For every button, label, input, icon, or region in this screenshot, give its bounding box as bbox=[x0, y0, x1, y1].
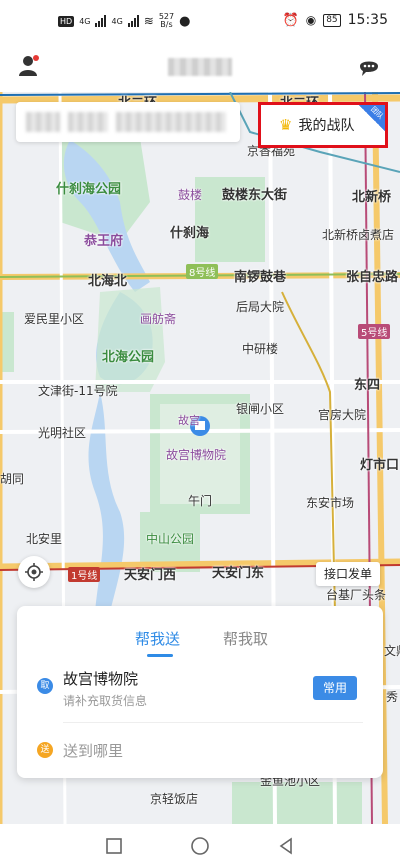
signal-icon-2 bbox=[127, 15, 139, 27]
my-team-button[interactable]: ♛ 我的战队 团队 bbox=[258, 102, 388, 148]
back-icon[interactable] bbox=[276, 836, 296, 856]
active-tab-indicator bbox=[147, 654, 173, 657]
map-label: 中研楼 bbox=[242, 342, 279, 356]
user-icon[interactable] bbox=[18, 54, 40, 78]
map-label: 后局大院 bbox=[236, 300, 285, 314]
status-left: HD 4G 4G ≋ 527 B/s ● bbox=[58, 13, 190, 29]
map-label: 北新桥 bbox=[352, 190, 392, 205]
map-label: 文津街-11号院 bbox=[38, 384, 118, 398]
map-label: 京轻饭店 bbox=[150, 792, 199, 806]
map-label: 什刹海 bbox=[170, 226, 210, 241]
map-label: 故宫 bbox=[178, 414, 200, 427]
status-bar: HD 4G 4G ≋ 527 B/s ● ⏰ ◉ 85 15:35 bbox=[0, 0, 400, 44]
blurred-shop-card[interactable] bbox=[16, 102, 240, 142]
delivery-panel: 帮我送 帮我取 取 故宫博物院 请补充取货信息 常用 送 送到哪里 bbox=[17, 606, 383, 778]
map-label: 天安门东 bbox=[212, 566, 265, 581]
app-screen: HD 4G 4G ≋ 527 B/s ● ⏰ ◉ 85 15:35 京香福苑 什… bbox=[0, 0, 400, 867]
metro-badge-5: 5号线 bbox=[358, 324, 391, 339]
map-label: 北海北 bbox=[88, 274, 128, 289]
signal-icon bbox=[95, 15, 107, 27]
battery-indicator: 85 bbox=[323, 13, 341, 27]
pickup-row[interactable]: 取 故宫博物院 请补充取货信息 常用 bbox=[17, 664, 383, 720]
clock: 15:35 bbox=[347, 12, 388, 28]
speed-unit: B/s bbox=[160, 20, 173, 29]
map-label: 恭王府 bbox=[84, 234, 124, 249]
destination-input[interactable]: 送到哪里 bbox=[63, 740, 123, 761]
hd-indicator: HD bbox=[58, 15, 75, 27]
alarm-icon: ⏰ bbox=[282, 12, 299, 28]
map-label: 台基厂头条 bbox=[326, 588, 387, 602]
map-label: 东四 bbox=[354, 378, 381, 393]
send-badge: 送 bbox=[37, 742, 53, 758]
blurred-avatar bbox=[26, 112, 60, 132]
map-label: 鼓楼 bbox=[178, 188, 203, 202]
network-speed: 527 B/s bbox=[159, 13, 174, 29]
map-label: 东安市场 bbox=[306, 496, 355, 510]
pickup-hint: 请补充取货信息 bbox=[63, 694, 148, 708]
system-nav-bar bbox=[0, 824, 400, 867]
map-label: 文鼎 bbox=[384, 644, 400, 658]
map-label: 北海公园 bbox=[102, 350, 155, 365]
service-tabs: 帮我送 帮我取 bbox=[17, 606, 383, 657]
locate-button[interactable] bbox=[18, 556, 50, 588]
metro-badge-1: 1号线 bbox=[68, 567, 101, 582]
map-label: 银闸小区 bbox=[236, 402, 285, 416]
map-label: 南锣鼓巷 bbox=[234, 270, 287, 285]
app-bar bbox=[0, 44, 400, 92]
pickup-name: 故宫博物院 bbox=[63, 670, 139, 688]
recents-icon[interactable] bbox=[104, 836, 124, 856]
metro-badge-8: 8号线 bbox=[186, 264, 219, 279]
message-icon[interactable] bbox=[358, 56, 380, 78]
blurred-image bbox=[68, 112, 108, 132]
locate-icon bbox=[25, 563, 43, 581]
map-label: 午门 bbox=[188, 494, 213, 508]
map-label: 光明社区 bbox=[38, 426, 87, 440]
divider bbox=[63, 722, 363, 723]
map-label: 什刹海公园 bbox=[56, 182, 122, 197]
map-label: 灯市口 bbox=[360, 458, 400, 473]
status-right: ⏰ ◉ 85 15:35 bbox=[283, 12, 388, 28]
beihai-park bbox=[95, 287, 165, 392]
map-label: 张自忠路 bbox=[346, 270, 399, 285]
network-label-1: 4G bbox=[79, 16, 91, 26]
map-label: 爱民里小区 bbox=[24, 312, 85, 326]
map-label: 秀 bbox=[386, 690, 399, 704]
map-label: 北新桥卤煮店 bbox=[322, 228, 395, 242]
tab-help-send[interactable]: 帮我送 bbox=[135, 628, 180, 649]
pickup-badge: 取 bbox=[37, 678, 53, 694]
location-status-icon: ◉ bbox=[305, 13, 317, 27]
map-label: 胡同 bbox=[0, 472, 25, 486]
my-team-label: 我的战队 bbox=[298, 118, 355, 134]
chat-notification-icon: ● bbox=[179, 13, 191, 29]
map-label: 天安门西 bbox=[124, 568, 177, 583]
map-label: 鼓楼东大街 bbox=[222, 188, 288, 203]
map-label: 画舫斋 bbox=[140, 312, 177, 326]
tab-help-pickup[interactable]: 帮我取 bbox=[223, 628, 268, 649]
home-icon[interactable] bbox=[190, 836, 210, 856]
blurred-title bbox=[168, 58, 232, 76]
map-label: 北安里 bbox=[26, 532, 63, 546]
api-order-button[interactable]: 接口发单 bbox=[316, 562, 380, 586]
crown-icon: ♛ bbox=[279, 116, 293, 134]
map-label: 故宫博物院 bbox=[166, 448, 227, 462]
wifi-icon: ≋ bbox=[143, 14, 154, 28]
destination-row[interactable]: 送 送到哪里 bbox=[17, 730, 383, 770]
blurred-text bbox=[116, 112, 226, 132]
map-label: 中山公园 bbox=[146, 532, 195, 546]
map-label: 官房大院 bbox=[318, 408, 367, 422]
network-label-2: 4G bbox=[111, 16, 123, 26]
common-address-button[interactable]: 常用 bbox=[313, 676, 357, 700]
